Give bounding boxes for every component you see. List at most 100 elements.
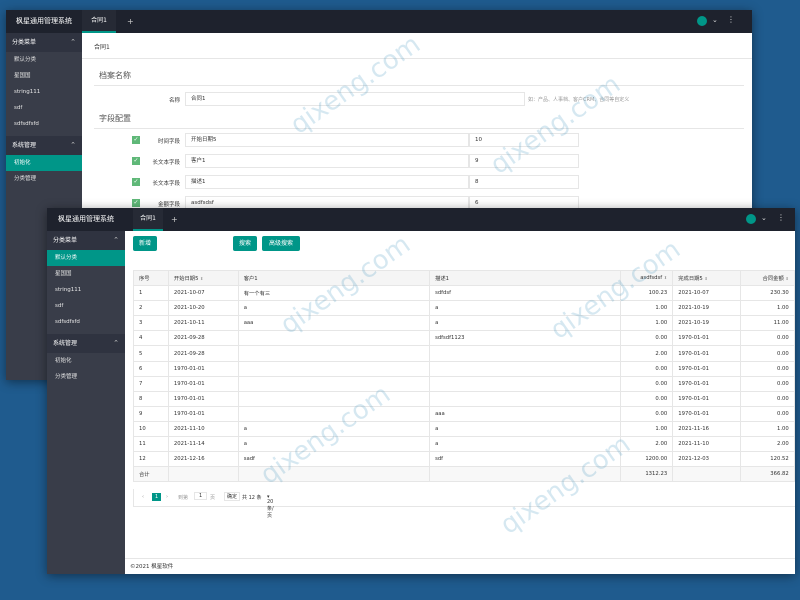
total-label: 合计 [133,466,169,483]
sidebar-item-default[interactable]: 默认分类 [6,52,82,68]
sidebar-group-system[interactable]: 系统管理 ⌃ [47,334,125,353]
cell-customer: sadf [237,451,431,468]
field-order-input[interactable]: 9 [469,154,579,168]
cell-actions: 编辑删除 [793,330,795,347]
col-header-start-date[interactable]: 开始日期5 ⬍ [167,269,239,287]
cell-customer [237,360,431,377]
next-page-button[interactable]: › [166,494,168,500]
cell-amount: 0.00 [739,405,795,422]
table-row[interactable]: 112021-11-14aa2.002021-11-102.00编辑删除 [133,436,795,453]
sidebar-item-xingguo[interactable]: 星国国 [6,68,82,84]
chevron-up-icon: ⌃ [113,236,119,244]
sidebar-group-label: 分类菜单 [53,237,78,244]
col-header-actions: 操作 [793,269,795,287]
table-row[interactable]: 81970-01-010.001970-01-010.00编辑删除 [133,390,795,407]
name-input[interactable]: 合同1 [185,92,525,106]
sidebar-group-category[interactable]: 分类菜单 ⌃ [6,33,82,52]
sort-icon: ⬍ [785,276,789,282]
page-number-current[interactable]: 1 [152,493,162,501]
top-bar: 枫星通用管理系统 合同1 + ⌄ ⋮ [6,10,752,33]
advanced-search-button[interactable]: 高级搜索 [262,236,300,251]
field-order-input[interactable]: 10 [469,133,579,147]
cell-finish-date: 2021-12-03 [672,451,741,468]
field-name-input[interactable]: 客户1 [185,154,469,168]
col-header-finish-date[interactable]: 完成日期5 ⬍ [672,269,741,287]
sidebar-item-string111[interactable]: string111 [47,282,125,298]
sidebar-item-xingguo[interactable]: 星国国 [47,266,125,282]
confirm-page-button[interactable]: 确定 [224,492,241,501]
sidebar-group-category[interactable]: 分类菜单 ⌃ [47,231,125,250]
chevron-down-icon[interactable]: ⌄ [712,16,718,24]
table-row[interactable]: 71970-01-010.001970-01-010.00编辑删除 [133,375,795,392]
page-size-select[interactable]: 20 条/页 ▾ [267,494,274,519]
cell-amount: 0.00 [739,330,795,347]
cell-start-date: 1970-01-01 [167,390,239,407]
cell-asdfsdsf: 0.00 [620,330,674,347]
field-checkbox[interactable]: ✓ [132,157,140,165]
table-row[interactable]: 52021-09-28 2.001970-01-010.00编辑删除 [133,345,795,362]
table-row[interactable]: 42021-09-28sdfsdf11230.001970-01-010.00编… [133,330,795,347]
tab-contract[interactable]: 合同1 [82,10,116,33]
sidebar-item-init[interactable]: 初始化 [6,155,82,171]
page-unit: 页 [210,495,216,501]
top-bar: 枫星通用管理系统 合同1 + ⌄ ⋮ [47,208,795,231]
col-header-amount[interactable]: 合同金额 ⬍ [739,269,795,287]
search-button[interactable]: 搜索 [233,236,257,251]
table-row[interactable]: 32021-10-11aaaa1.002021-10-1911.00编辑删除 [133,315,795,332]
sidebar-group-label: 分类菜单 [12,39,37,46]
total-amount: 366.82 [739,466,795,483]
sidebar-item-sdf[interactable]: sdf [47,298,125,314]
field-checkbox[interactable]: ✓ [132,178,140,186]
cell-finish-date: 2021-10-19 [672,315,741,332]
add-tab-icon[interactable]: + [171,208,178,231]
sidebar-item-sdf[interactable]: sdf [6,100,82,116]
add-tab-icon[interactable]: + [127,10,134,33]
table-row[interactable]: 91970-01-01aaa0.001970-01-010.00编辑删除 [133,405,795,422]
cell-description: sdfdsf [429,285,622,302]
table-row[interactable]: 61970-01-010.001970-01-010.00编辑删除 [133,360,795,377]
sort-icon: ⬍ [200,276,204,282]
col-header-asdfsdsf[interactable]: asdfsdsf ⬍ [620,269,674,287]
cell-start-date: 1970-01-01 [167,405,239,422]
sidebar-item-category-manage[interactable]: 分类管理 [6,171,82,187]
sidebar-item-init[interactable]: 初始化 [47,353,125,369]
avatar[interactable] [697,16,707,26]
table-row[interactable]: 22021-10-20aa1.002021-10-191.00编辑删除 [133,300,795,317]
table-row[interactable]: 102021-11-10aa1.002021-11-161.00编辑删除 [133,420,795,438]
cell-index: 7 [133,375,169,392]
cell-customer: aaa [237,315,431,332]
cell-actions: 编辑删除 [793,390,795,407]
prev-page-button[interactable]: ‹ [142,494,144,500]
sidebar-item-sdfsdfsfd[interactable]: sdfsdfsfd [47,314,125,330]
tab-contract[interactable]: 合同1 [133,208,163,231]
sidebar-item-sdfsdfsfd[interactable]: sdfsdfsfd [6,116,82,132]
cell-description [429,360,622,377]
table-row[interactable]: 1 2021-10-07 有一个有三 sdfdsf 100.23 2021-10-07 23… [133,285,795,302]
more-icon[interactable]: ⋮ [727,15,735,24]
cell-index: 3 [133,315,169,332]
add-button[interactable]: 新增 [133,236,157,251]
cell-description: a [429,300,622,317]
chevron-down-icon[interactable]: ⌄ [761,214,767,222]
cell-actions: 编辑删除 [793,420,795,438]
cell-amount: 11.00 [739,315,795,332]
field-order-input[interactable]: 8 [469,175,579,189]
field-name-input[interactable]: 描述1 [185,175,469,189]
sidebar-item-category-manage[interactable]: 分类管理 [47,369,125,385]
cell-finish-date: 1970-01-01 [672,330,741,347]
field-checkbox[interactable]: ✓ [132,136,140,144]
sidebar-group-system[interactable]: 系统管理 ⌃ [6,136,82,155]
field-checkbox[interactable]: ✓ [132,199,140,207]
cell-asdfsdsf: 1.00 [620,315,674,332]
page-input[interactable]: 1 [194,492,208,500]
cell-index: 4 [133,330,169,347]
sidebar-item-string111[interactable]: string111 [6,84,82,100]
sidebar-item-default[interactable]: 默认分类 [47,250,125,266]
form-tab[interactable]: 合同1 [94,42,110,51]
sort-icon: ⬍ [663,275,668,281]
table-row[interactable]: 12 2021-12-16 sadf sdf 1200.00 2021-12-03 120.… [133,451,795,468]
field-name-input[interactable]: 开始日期5 [185,133,469,147]
avatar[interactable] [746,214,756,224]
field-type-label: 长文本字段 [152,160,180,166]
more-icon[interactable]: ⋮ [777,213,785,222]
